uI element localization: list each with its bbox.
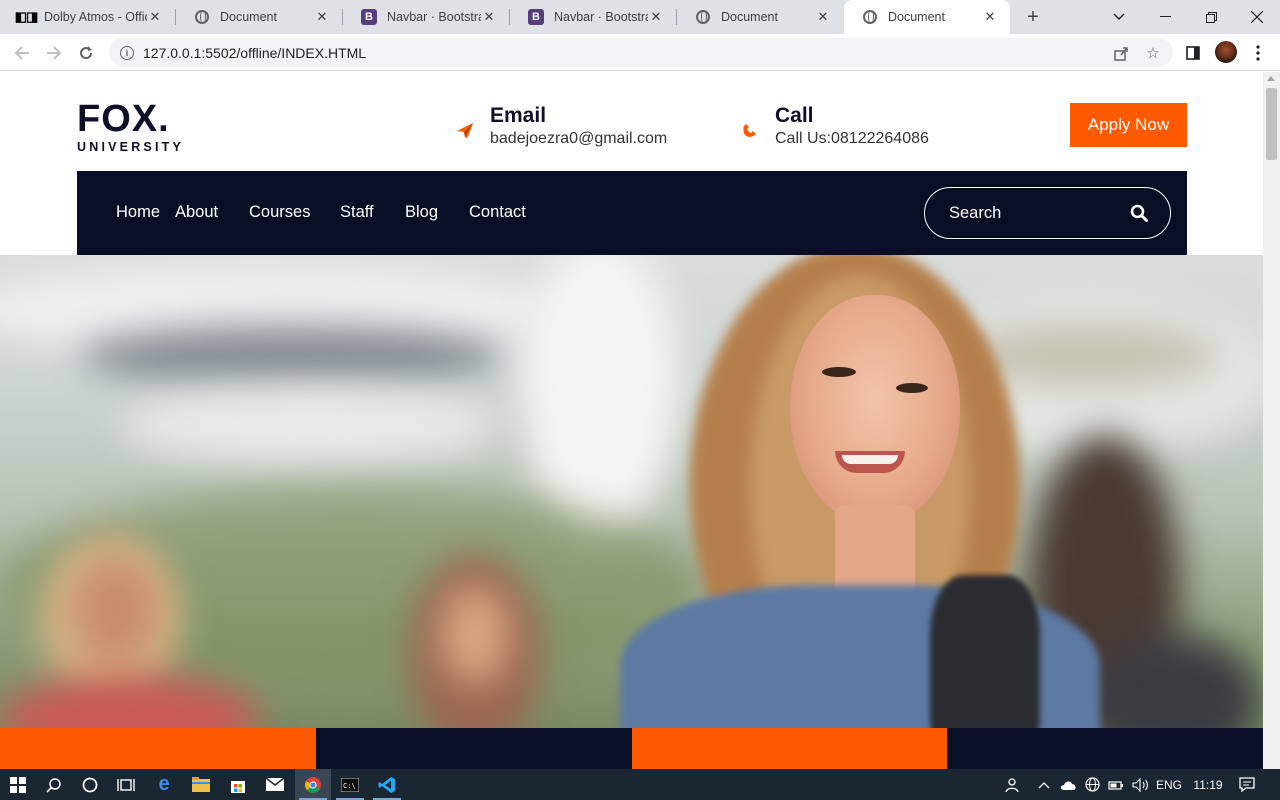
scroll-thumb[interactable] <box>1266 88 1277 160</box>
tab-title: Document <box>721 10 778 24</box>
globe-icon <box>194 9 210 25</box>
restore-button[interactable] <box>1188 0 1234 34</box>
url-text: 127.0.0.1:5502/offline/INDEX.HTML <box>143 44 367 61</box>
apply-now-button[interactable]: Apply Now <box>1070 103 1187 147</box>
reload-button[interactable] <box>73 40 99 66</box>
browser-tab-strip: ◧◨ Dolby Atmos - Offic ✕ Document ✕ B Na… <box>0 0 1280 34</box>
nav-about[interactable]: About <box>175 202 218 222</box>
bootstrap-icon: B <box>528 9 544 25</box>
page-viewport: FOX. UNIVERSITY Email badejoezra0@gmail.… <box>0 72 1263 769</box>
nav-blog[interactable]: Blog <box>405 202 438 222</box>
tab-title: Navbar · Bootstrap <box>554 10 648 24</box>
nav-contact[interactable]: Contact <box>469 202 526 222</box>
call-title: Call <box>775 104 814 127</box>
forward-button[interactable] <box>41 40 67 66</box>
site-logo[interactable]: FOX. UNIVERSITY <box>77 100 184 154</box>
menu-icon[interactable] <box>1247 42 1269 64</box>
mail-icon[interactable] <box>257 769 293 800</box>
globe-icon <box>695 9 711 25</box>
scroll-up-arrow[interactable] <box>1267 76 1275 81</box>
logo-sub: UNIVERSITY <box>77 140 185 154</box>
back-button[interactable] <box>9 40 35 66</box>
feature-stripes <box>0 728 1263 769</box>
browser-tab[interactable]: Document ✕ <box>176 0 342 34</box>
call-value[interactable]: Call Us:08122264086 <box>775 128 929 150</box>
clock[interactable]: 11:19 <box>1190 769 1226 800</box>
dolby-icon: ◧◨ <box>14 9 39 24</box>
onedrive-icon[interactable] <box>1058 769 1080 800</box>
nav-staff[interactable]: Staff <box>340 202 374 222</box>
tab-search-button[interactable] <box>1096 0 1142 34</box>
feature-stripe <box>0 728 316 769</box>
bookmark-star-icon[interactable]: ☆ <box>1144 44 1162 62</box>
browser-tab-active[interactable]: Document ✕ <box>844 0 1010 34</box>
notification-icon[interactable] <box>1232 769 1262 800</box>
windows-taskbar: e C:\ ENG 11:19 <box>0 769 1280 800</box>
close-icon[interactable]: ✕ <box>481 9 497 25</box>
tab-title: Navbar · Bootstrap <box>387 10 481 24</box>
search-icon[interactable] <box>1130 204 1148 222</box>
main-navbar: Home About Courses Staff Blog Contact Se… <box>77 171 1187 255</box>
file-explorer-icon[interactable] <box>183 769 219 800</box>
logo-main: FOX. <box>77 98 170 140</box>
nav-courses[interactable]: Courses <box>249 202 310 222</box>
battery-icon[interactable] <box>1106 769 1126 800</box>
svg-text:C:\: C:\ <box>343 782 356 790</box>
profile-avatar[interactable] <box>1215 41 1237 63</box>
feature-stripe <box>315 728 632 769</box>
browser-tab[interactable]: B Navbar · Bootstrap ✕ <box>343 0 509 34</box>
volume-icon[interactable] <box>1129 769 1151 800</box>
share-icon[interactable] <box>1112 44 1130 62</box>
hero-image <box>0 255 1263 730</box>
edge-icon[interactable]: e <box>146 769 182 800</box>
browser-toolbar: i 127.0.0.1:5502/offline/INDEX.HTML ☆ <box>0 34 1280 71</box>
phone-icon <box>741 122 759 140</box>
side-panel-icon[interactable] <box>1182 42 1204 64</box>
email-value[interactable]: badejoezra0@gmail.com <box>490 128 667 150</box>
tab-title: Dolby Atmos - Offic <box>44 10 147 24</box>
page-scrollbar[interactable] <box>1263 72 1280 769</box>
close-icon[interactable]: ✕ <box>815 9 831 25</box>
globe-icon <box>862 9 878 25</box>
email-contact: Email badejoezra0@gmail.com <box>456 104 667 150</box>
address-bar[interactable]: i 127.0.0.1:5502/offline/INDEX.HTML ☆ <box>109 38 1173 67</box>
store-icon[interactable] <box>220 769 256 800</box>
close-icon[interactable]: ✕ <box>147 9 163 25</box>
nav-home[interactable]: Home <box>116 202 160 222</box>
search-icon[interactable] <box>36 769 72 800</box>
close-window-button[interactable] <box>1234 0 1280 34</box>
bootstrap-icon: B <box>361 9 377 25</box>
feature-stripe <box>631 728 948 769</box>
feature-stripe <box>947 728 1263 769</box>
start-windows-icon[interactable] <box>0 769 36 800</box>
search-input[interactable]: Search <box>924 187 1171 239</box>
call-contact: Call Call Us:08122264086 <box>741 104 929 150</box>
cortana-icon[interactable] <box>72 769 108 800</box>
chevron-up-icon[interactable] <box>1034 769 1054 800</box>
email-title: Email <box>490 104 547 127</box>
terminal-icon[interactable]: C:\ <box>332 769 368 800</box>
network-globe-icon[interactable] <box>1082 769 1102 800</box>
tab-title: Document <box>220 10 277 24</box>
people-icon[interactable] <box>1001 769 1025 800</box>
chrome-taskbar-icon[interactable] <box>295 769 331 800</box>
task-view-icon[interactable] <box>108 769 144 800</box>
vscode-icon[interactable] <box>369 769 405 800</box>
close-icon[interactable]: ✕ <box>314 9 330 25</box>
close-icon[interactable]: ✕ <box>648 9 664 25</box>
close-icon[interactable]: ✕ <box>982 9 998 25</box>
language-indicator[interactable]: ENG <box>1154 769 1184 800</box>
browser-tab[interactable]: ◧◨ Dolby Atmos - Offic ✕ <box>0 0 175 34</box>
minimize-button[interactable] <box>1142 0 1188 34</box>
new-tab-button[interactable]: + <box>1021 5 1045 29</box>
browser-tab[interactable]: Document ✕ <box>677 0 843 34</box>
browser-tab[interactable]: B Navbar · Bootstrap ✕ <box>510 0 676 34</box>
info-icon[interactable]: i <box>120 45 134 60</box>
tab-title: Document <box>888 10 945 24</box>
paper-plane-icon <box>456 122 474 140</box>
